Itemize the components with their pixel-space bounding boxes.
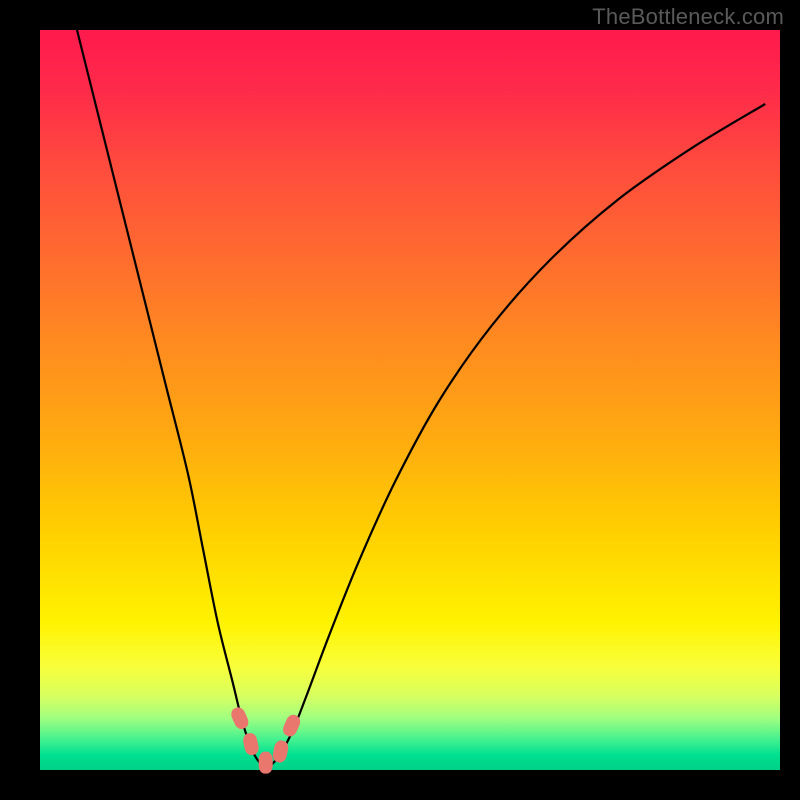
min-marker xyxy=(242,732,260,756)
min-marker xyxy=(259,752,273,774)
bottleneck-curve xyxy=(40,30,780,770)
curve-path xyxy=(77,30,765,766)
plot-area xyxy=(40,30,780,770)
chart-frame: TheBottleneck.com xyxy=(0,0,800,800)
watermark-text: TheBottleneck.com xyxy=(592,4,784,30)
min-marker xyxy=(229,705,251,731)
